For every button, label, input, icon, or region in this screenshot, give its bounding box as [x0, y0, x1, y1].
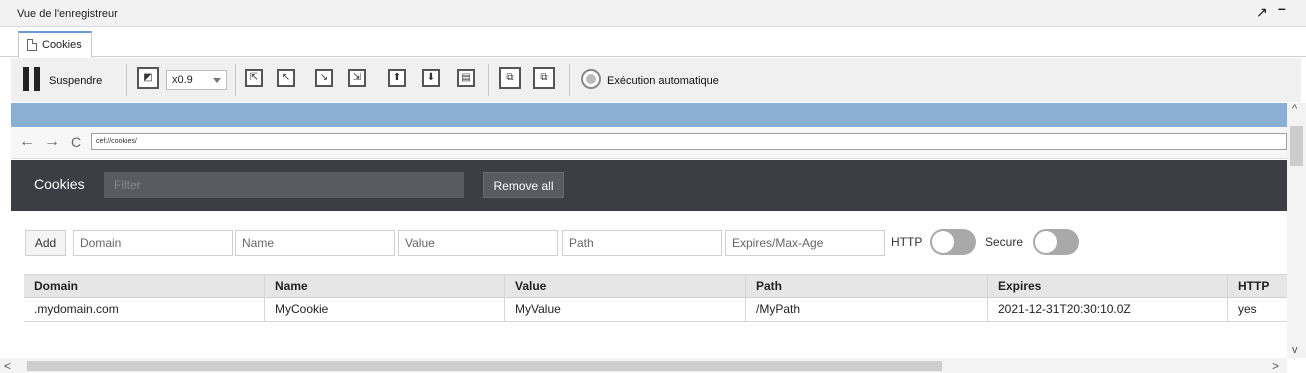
table-header: Domain Name Value Path Expires HTTP [24, 274, 1287, 298]
back-arrow-icon[interactable]: ← [19, 133, 35, 151]
horizontal-scroll-thumb[interactable] [27, 361, 942, 371]
recorder-toolbar: Suspendre ◩ x0.9 ⇱ ↖ ↘ ⇲ ⬆ ⬇ ▤ ⧉ ⧉ Exécu… [11, 58, 1301, 102]
table-row[interactable]: .mydomain.com MyCookie MyValue /MyPath 2… [24, 298, 1287, 322]
toolbar-divider [488, 64, 489, 96]
browser-nav-bar: ← → C cef://cookies/ [11, 127, 1287, 159]
arrow-up-icon[interactable]: ⬆ [388, 69, 406, 87]
scroll-left-icon[interactable]: < [4, 359, 11, 373]
vertical-scrollbar[interactable]: ^ v [1287, 103, 1306, 358]
scroll-up-icon[interactable]: ^ [1292, 103, 1297, 115]
cell-value: MyValue [505, 298, 746, 321]
filter-input[interactable]: Filter [104, 172, 464, 198]
recorder-window: Vue de l'enregistreur ↗ – Cookies Suspen… [0, 0, 1306, 373]
suspend-button-label[interactable]: Suspendre [49, 75, 102, 87]
value-input[interactable]: Value [398, 230, 558, 256]
align-bottom-right-double-icon[interactable]: ⇲ [348, 69, 366, 87]
domain-input[interactable]: Domain [73, 230, 233, 256]
arrow-down-icon[interactable]: ⬇ [422, 69, 440, 87]
toolbar-divider [235, 64, 236, 96]
reload-icon[interactable]: C [71, 134, 81, 150]
http-toggle[interactable] [930, 229, 976, 255]
chevron-down-icon [213, 78, 221, 83]
document-icon [27, 39, 37, 51]
column-header-path[interactable]: Path [746, 275, 988, 297]
column-header-domain[interactable]: Domain [24, 275, 265, 297]
forward-arrow-icon[interactable]: → [44, 133, 60, 151]
toolbar-divider [126, 64, 127, 96]
scroll-down-icon[interactable]: v [1292, 344, 1298, 356]
capture-zoom-icon[interactable]: ◩ [137, 67, 159, 89]
expires-input[interactable]: Expires/Max-Age [725, 230, 885, 256]
tab-bar: Cookies [0, 27, 1306, 58]
page-icon[interactable]: ▤ [457, 69, 475, 87]
align-top-left-double-icon[interactable]: ⇱ [245, 69, 263, 87]
cookies-header: Cookies Filter Remove all [11, 160, 1287, 211]
tab-cookies[interactable]: Cookies [18, 31, 92, 58]
horizontal-scrollbar[interactable]: < > [0, 358, 1287, 373]
add-button[interactable]: Add [25, 230, 66, 256]
address-bar[interactable]: cef://cookies/ [91, 133, 1287, 150]
cell-domain: .mydomain.com [24, 298, 265, 321]
cell-name: MyCookie [265, 298, 505, 321]
toolbar-divider [569, 64, 570, 96]
browser-top-band [11, 103, 1287, 127]
align-bottom-right-icon[interactable]: ↘ [315, 69, 333, 87]
cell-http: yes [1238, 302, 1257, 316]
paste-window-icon[interactable]: ⧉ [533, 67, 555, 89]
column-header-name[interactable]: Name [265, 275, 505, 297]
minimize-icon[interactable]: – [1278, 0, 1286, 16]
secure-toggle[interactable] [1033, 229, 1079, 255]
scroll-right-icon[interactable]: > [1272, 359, 1279, 373]
remove-all-button[interactable]: Remove all [483, 172, 564, 198]
column-header-value[interactable]: Value [505, 275, 746, 297]
cookies-title: Cookies [34, 176, 85, 192]
cell-path: /MyPath [746, 298, 988, 321]
copy-window-icon[interactable]: ⧉ [499, 67, 521, 89]
vertical-scroll-thumb[interactable] [1290, 126, 1303, 166]
column-header-expires[interactable]: Expires [988, 275, 1228, 297]
auto-run-radio[interactable] [581, 69, 601, 89]
auto-run-label[interactable]: Exécution automatique [607, 75, 719, 87]
window-title: Vue de l'enregistreur [17, 8, 118, 20]
tab-label: Cookies [42, 39, 82, 51]
pause-icon[interactable] [23, 67, 41, 91]
zoom-value: x0.9 [172, 74, 193, 86]
secure-label: Secure [985, 235, 1024, 249]
cell-expires: 2021-12-31T20:30:10.0Z [988, 298, 1228, 321]
path-input[interactable]: Path [562, 230, 722, 256]
cookies-table: Domain Name Value Path Expires HTTP .myd… [24, 274, 1287, 322]
zoom-select[interactable]: x0.9 [166, 70, 227, 90]
align-top-left-icon[interactable]: ↖ [277, 69, 295, 87]
http-label: HTTP [891, 235, 923, 249]
name-input[interactable]: Name [235, 230, 395, 256]
title-bar: Vue de l'enregistreur ↗ – [0, 0, 1306, 27]
add-cookie-form: Add Domain Name Value Path Expires/Max-A… [11, 212, 1287, 274]
column-header-http[interactable]: HTTP [1228, 275, 1287, 297]
undock-arrow-icon[interactable]: ↗ [1256, 4, 1268, 21]
